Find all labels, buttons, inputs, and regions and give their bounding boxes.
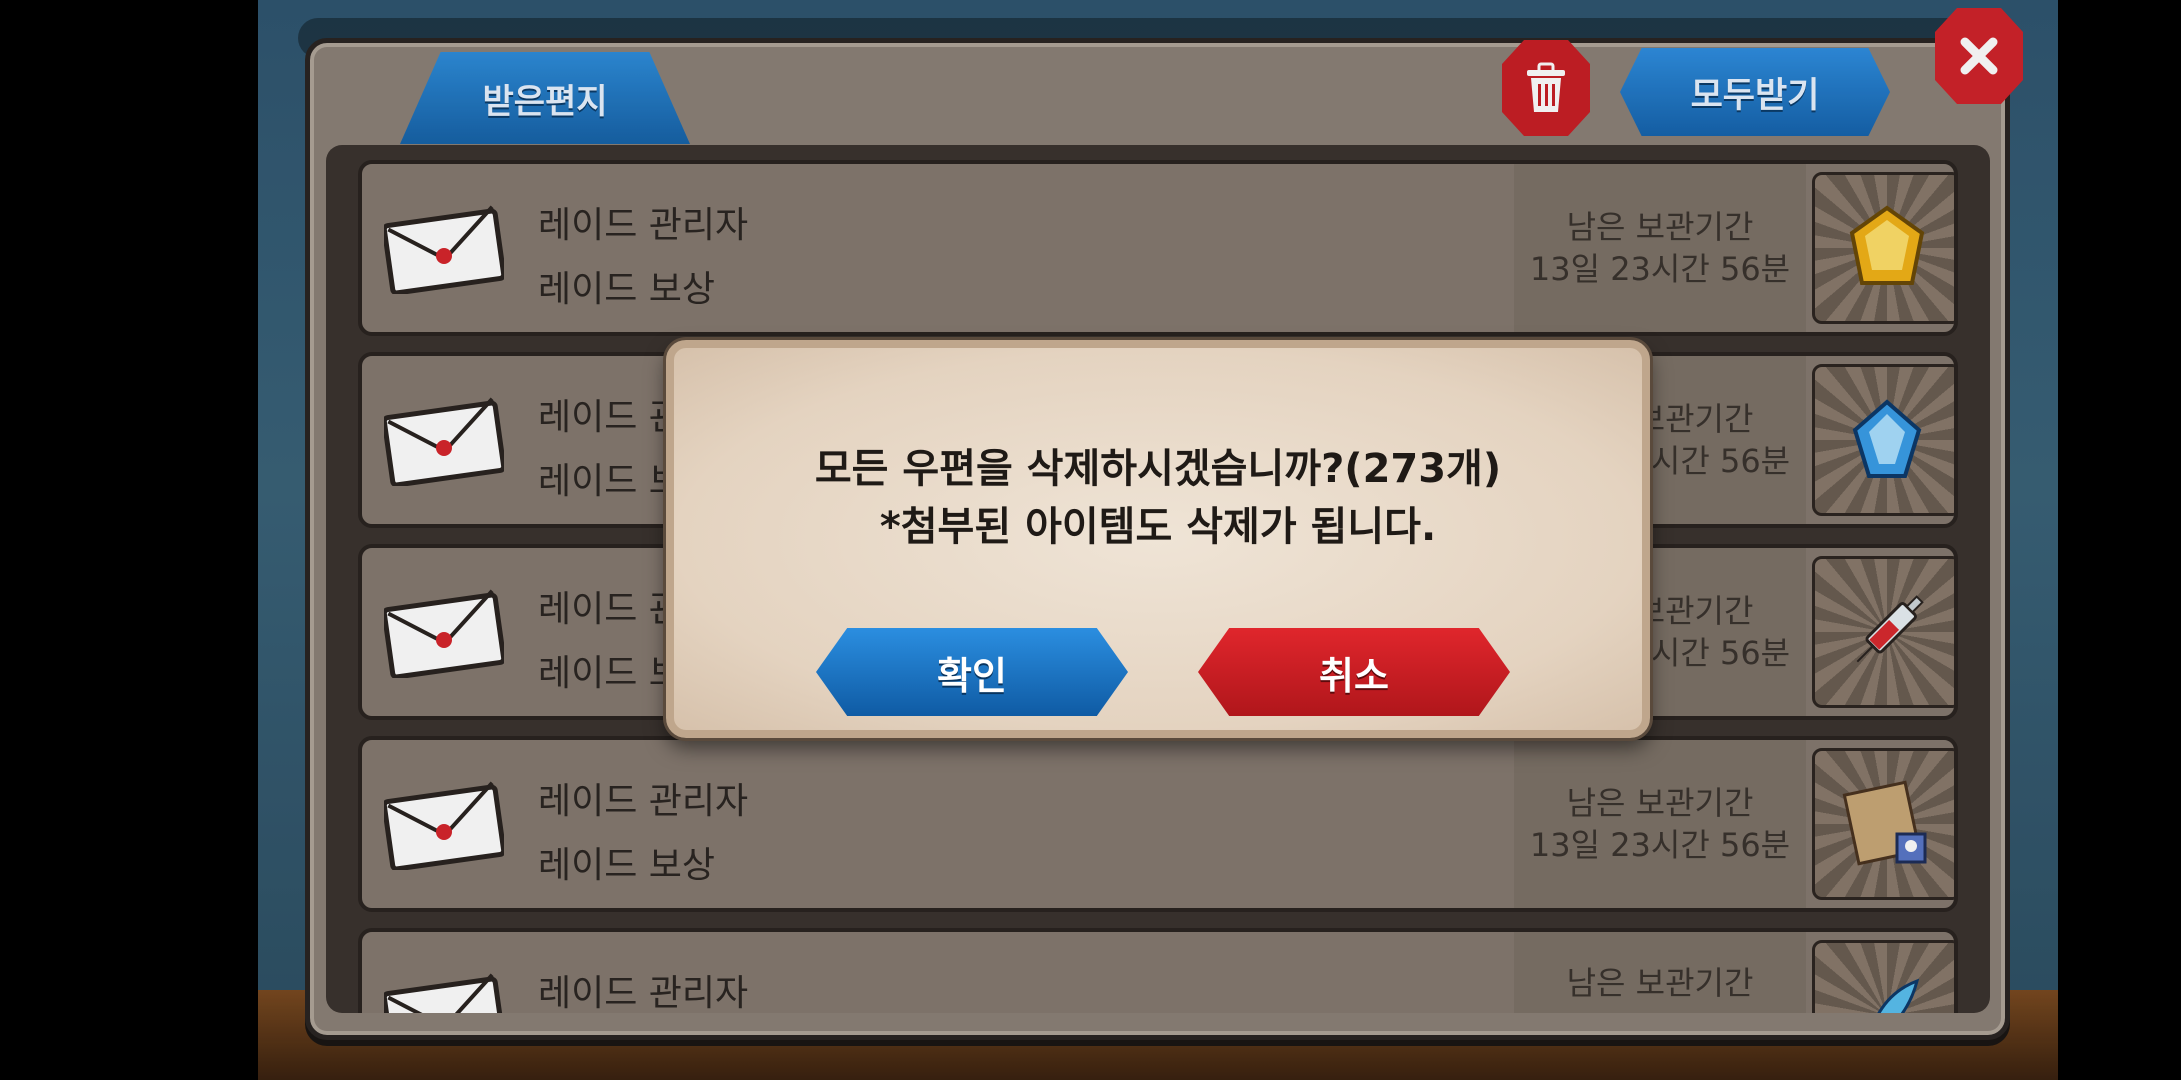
dialog-message: 모든 우편을 삭제하시겠습니까?(273개) *첨부된 아이템도 삭제가 됩니다… [674,440,1642,556]
dialog-line-1: 모든 우편을 삭제하시겠습니까?(273개) [814,446,1502,492]
delete-confirm-dialog: 모든 우편을 삭제하시겠습니까?(273개) *첨부된 아이템도 삭제가 됩니다… [666,340,1650,738]
cancel-button[interactable]: 취소 [1198,628,1510,716]
dialog-line-2: *첨부된 아이템도 삭제가 됩니다. [879,504,1437,550]
confirm-label: 확인 [937,653,1007,698]
confirm-button[interactable]: 확인 [816,628,1128,716]
cancel-label: 취소 [1319,653,1389,698]
